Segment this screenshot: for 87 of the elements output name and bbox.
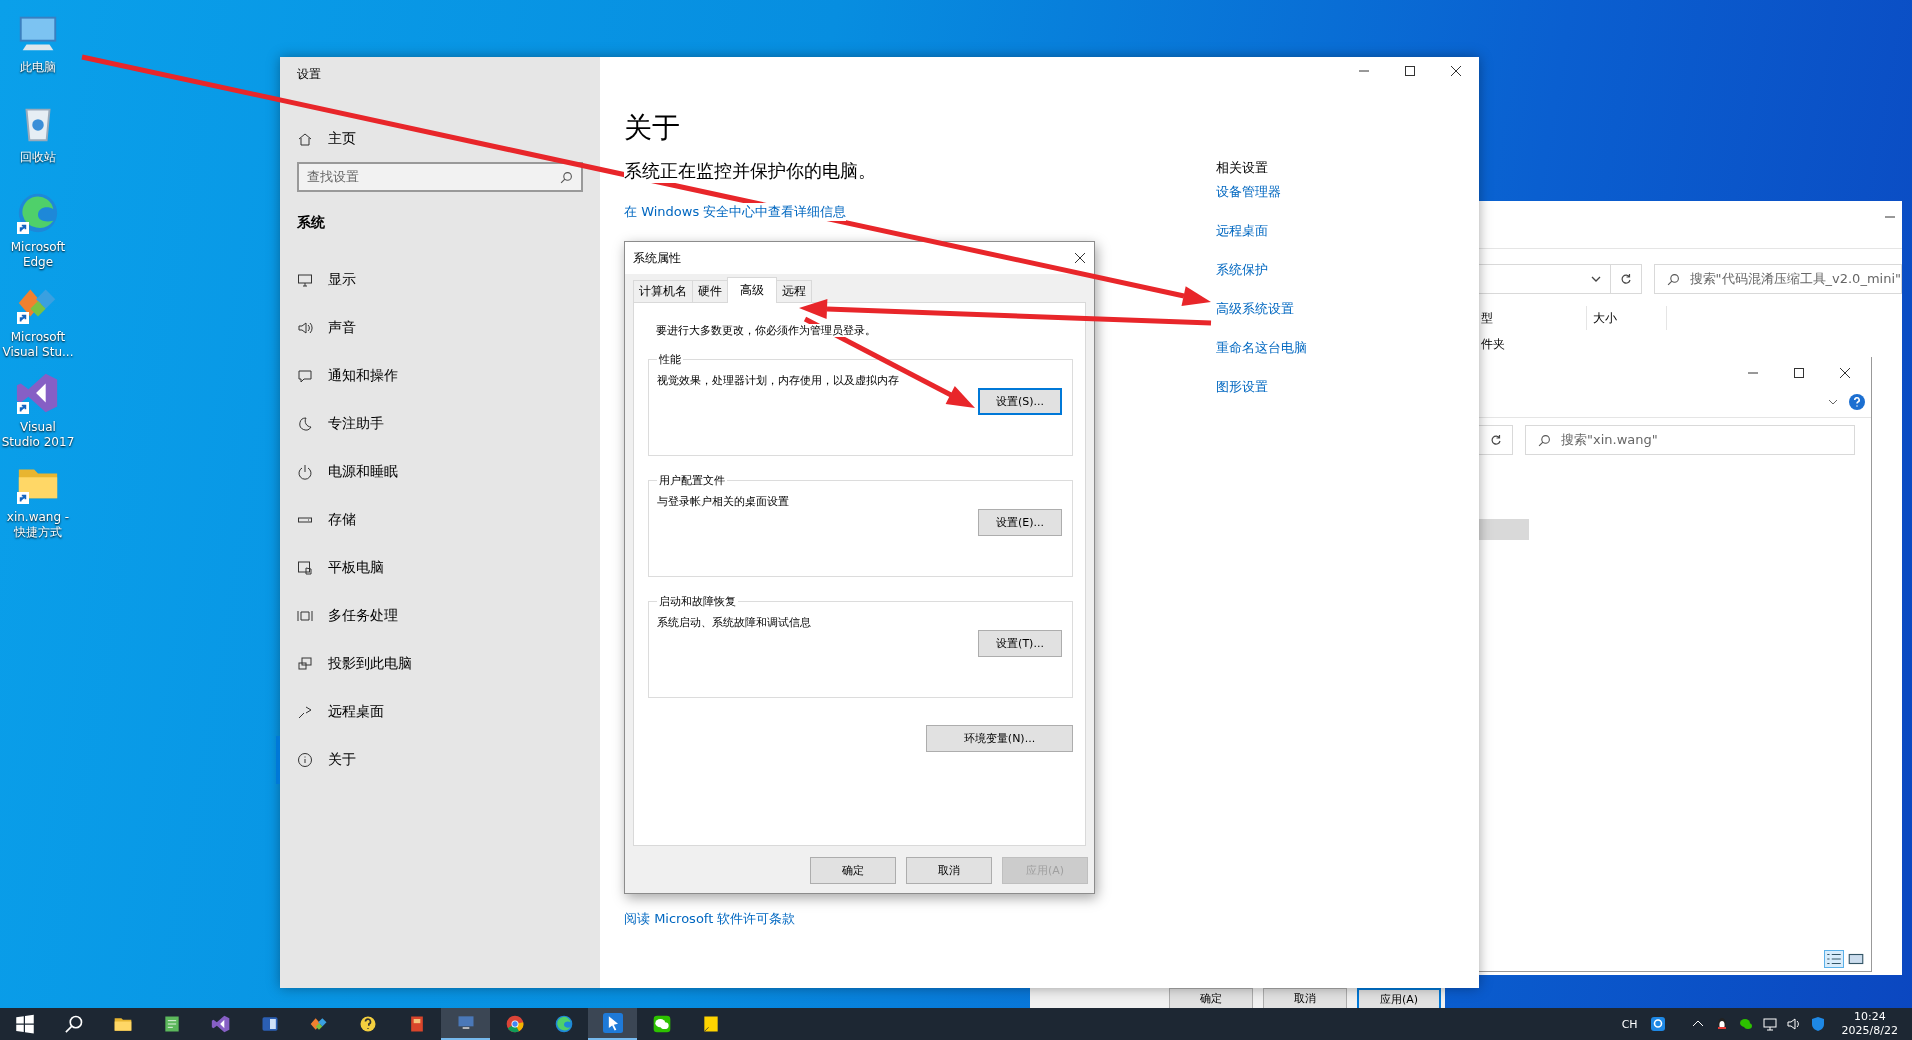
group-title: 用户配置文件	[658, 473, 726, 488]
license-link[interactable]: 阅读 Microsoft 软件许可条款	[624, 910, 796, 928]
tab[interactable]: 远程	[776, 280, 812, 302]
volume-icon[interactable]	[1785, 1016, 1802, 1032]
related-settings-heading: 相关设置	[1216, 159, 1268, 177]
power-icon	[297, 464, 313, 480]
time-text: 10:24	[1853, 1010, 1886, 1024]
group-description: 视觉效果，处理器计划，内存使用，以及虚拟内存	[657, 374, 899, 387]
search-icon	[63, 1014, 84, 1034]
settings-button[interactable]: 设置(T)...	[978, 630, 1062, 657]
refresh-button[interactable]	[1479, 425, 1513, 455]
window-icon	[297, 608, 313, 624]
tablet-icon	[297, 560, 313, 576]
app-tray-icon[interactable]	[1649, 1016, 1666, 1032]
dialog-button[interactable]: 确定	[810, 857, 896, 884]
nav-item[interactable]: 远程桌面	[276, 688, 583, 736]
home-nav-item[interactable]: 主页	[297, 130, 356, 148]
environment-variables-button[interactable]: 环境变量(N)...	[926, 725, 1073, 752]
dialog-button[interactable]: 确定	[1169, 988, 1253, 1008]
help-icon[interactable]	[1849, 394, 1865, 410]
dialog-button[interactable]: 取消	[906, 857, 992, 884]
column-header[interactable]: 大小	[1587, 306, 1667, 330]
maximize-icon[interactable]	[1404, 65, 1416, 77]
group-title: 性能	[658, 352, 682, 367]
settings-button[interactable]: 设置(E)...	[978, 509, 1062, 536]
group-description: 系统启动、系统故障和调试信息	[657, 616, 811, 629]
page-title: 关于	[624, 110, 680, 146]
thumbnail-view-icon[interactable]	[1847, 951, 1865, 967]
close-icon[interactable]	[1074, 252, 1086, 264]
group-title: 启动和故障恢复	[658, 594, 737, 609]
nav-item[interactable]: 通知和操作	[276, 352, 583, 400]
search-icon	[1666, 272, 1680, 286]
search-icon	[560, 170, 573, 184]
dialog-title: 系统属性	[633, 249, 681, 267]
date-text: 2025/8/22	[1841, 1024, 1898, 1038]
nav-item[interactable]: 存储	[276, 496, 583, 544]
nav-item[interactable]: 投影到此电脑	[276, 640, 583, 688]
refresh-button[interactable]	[1609, 264, 1642, 294]
moon-icon	[297, 416, 313, 432]
clock[interactable]: 10:24 2025/8/22	[1829, 1010, 1912, 1038]
nav-item[interactable]: 多任务处理	[276, 592, 583, 640]
arrows-icon	[297, 704, 313, 720]
related-link[interactable]: 图形设置	[1216, 378, 1268, 417]
screens-icon	[297, 656, 313, 672]
dialog-button[interactable]: 取消	[1263, 988, 1347, 1008]
nav-item[interactable]: 关于	[276, 736, 583, 784]
search-field[interactable]: 搜索"xin.wang"	[1525, 425, 1855, 455]
nav-item[interactable]: 声音	[276, 304, 583, 352]
nav-item[interactable]: 专注助手	[276, 400, 583, 448]
start-icon	[14, 1014, 35, 1034]
related-link[interactable]: 高级系统设置	[1216, 300, 1294, 339]
home-icon	[297, 131, 313, 147]
speaker-icon	[297, 320, 313, 336]
related-link[interactable]: 远程桌面	[1216, 222, 1268, 261]
related-link[interactable]: 系统保护	[1216, 261, 1268, 300]
window-title: 设置	[297, 66, 321, 83]
close-icon[interactable]	[1450, 65, 1462, 77]
maximize-icon[interactable]	[1793, 367, 1805, 379]
tab[interactable]: 高级	[727, 277, 777, 303]
section-heading: 系统	[297, 214, 325, 232]
file-type-text: 件夹	[1480, 336, 1506, 353]
dialog-button[interactable]: 应用(A)	[1357, 988, 1441, 1008]
monitor-icon[interactable]	[441, 1008, 490, 1040]
nav-item[interactable]: 电源和睡眠	[276, 448, 583, 496]
nav-item[interactable]: 平板电脑	[276, 544, 583, 592]
refresh-icon	[1619, 273, 1632, 285]
cursor-icon[interactable]	[588, 1008, 637, 1040]
chat-bubble-icon[interactable]	[1737, 1016, 1754, 1032]
info-icon	[297, 752, 313, 768]
details-view-icon[interactable]	[1825, 951, 1843, 967]
settings-button[interactable]: 设置(S)...	[978, 388, 1062, 415]
related-link[interactable]: 设备管理器	[1216, 183, 1281, 222]
network-icon[interactable]	[1761, 1016, 1778, 1032]
refresh-icon	[1489, 434, 1502, 446]
input-method-indicator[interactable]: CH	[1621, 1017, 1638, 1031]
shield-icon[interactable]	[1809, 1016, 1826, 1032]
search-field[interactable]: 查找设置	[297, 162, 583, 192]
close-icon[interactable]	[1839, 367, 1851, 379]
tab[interactable]: 计算机名	[633, 280, 693, 302]
group-description: 与登录帐户相关的桌面设置	[657, 495, 789, 508]
speech-bubble-icon	[297, 368, 313, 384]
related-link[interactable]: 重命名这台电脑	[1216, 339, 1307, 378]
monitor-icon	[297, 272, 313, 288]
search-icon	[1538, 433, 1551, 447]
security-link[interactable]: 在 Windows 安全中心中查看详细信息	[624, 203, 847, 221]
nav-item[interactable]: 显示	[276, 256, 583, 304]
search-field[interactable]: 搜索"代码混淆压缩工具_v2.0_mini"	[1653, 264, 1902, 294]
